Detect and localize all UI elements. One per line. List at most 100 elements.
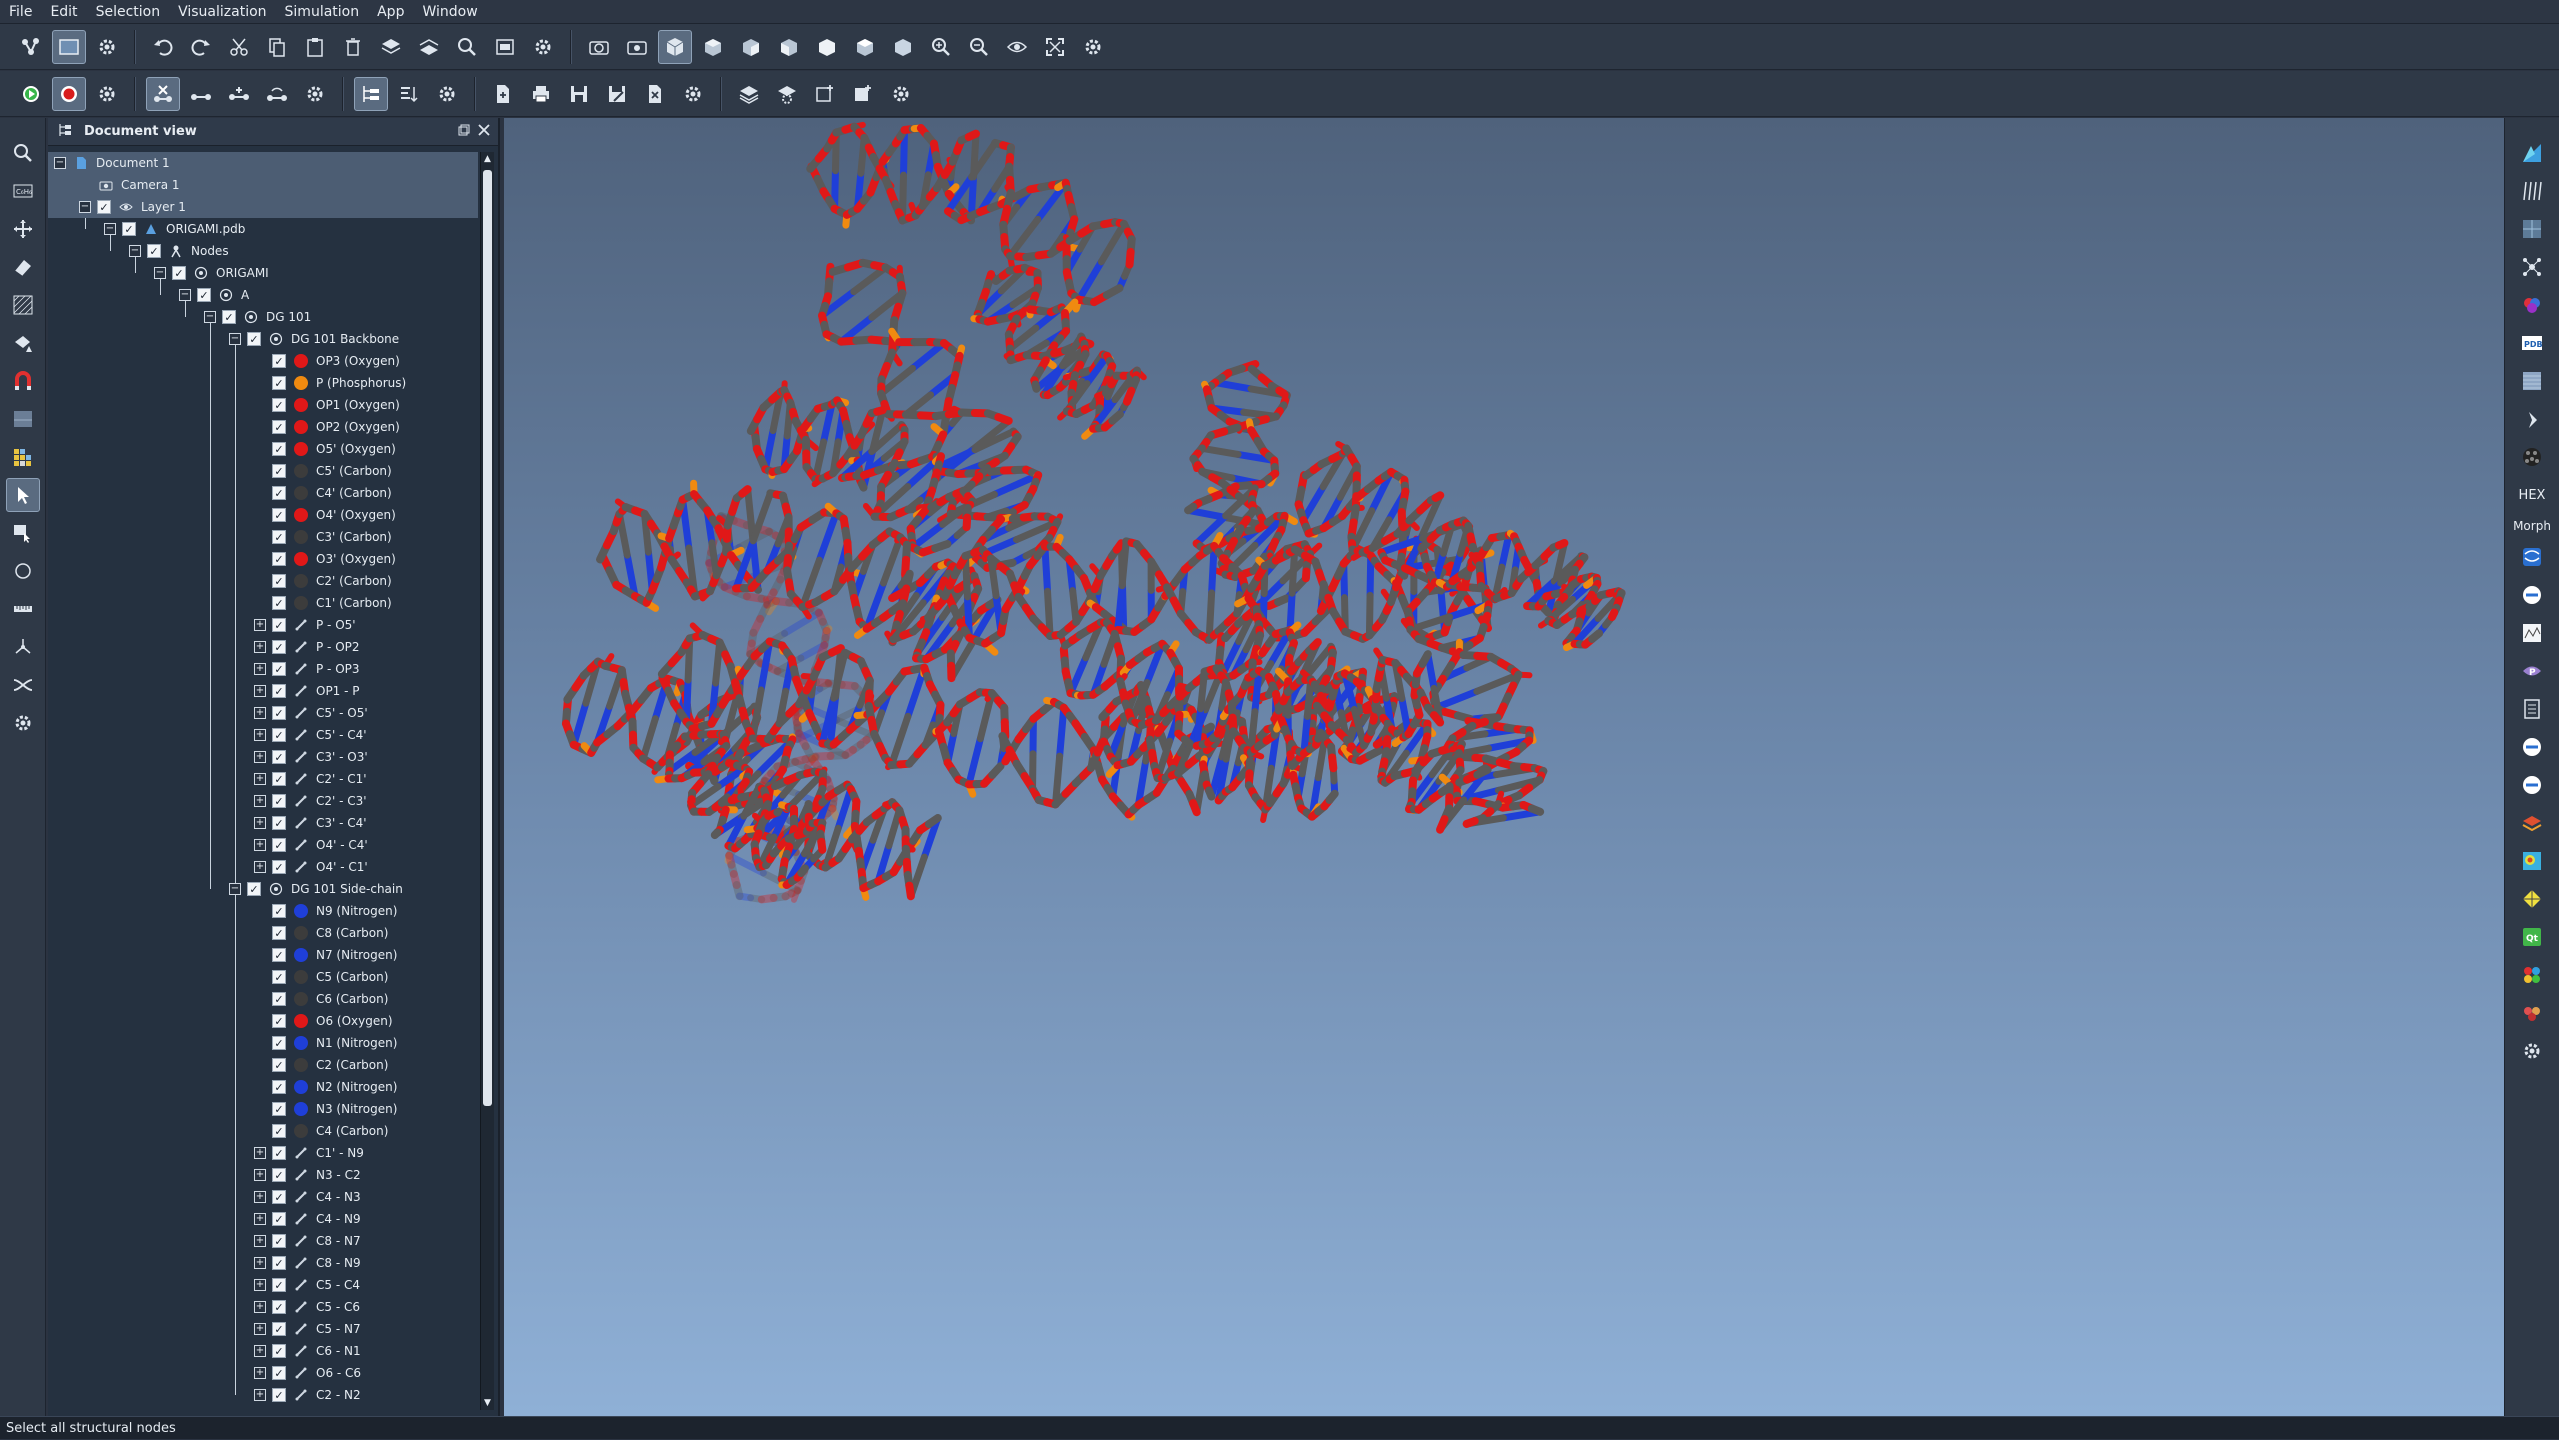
visibility-checkbox[interactable]: ✓ bbox=[272, 574, 286, 588]
tree-node-bond[interactable]: +✓C8 - N9 bbox=[48, 1252, 478, 1274]
layers-up-icon[interactable] bbox=[374, 30, 408, 64]
tree-view-icon[interactable] bbox=[354, 77, 388, 111]
visibility-checkbox[interactable]: ✓ bbox=[272, 1146, 286, 1160]
layers-down-icon[interactable] bbox=[412, 30, 446, 64]
visibility-checkbox[interactable]: ✓ bbox=[272, 860, 286, 874]
close-panel-icon[interactable] bbox=[478, 124, 490, 140]
expand-toggle-icon[interactable]: + bbox=[254, 1191, 266, 1203]
bond-add-icon[interactable] bbox=[222, 77, 256, 111]
tree-node-atom[interactable]: ✓O3' (Oxygen) bbox=[48, 548, 478, 570]
close-document-icon[interactable] bbox=[638, 77, 672, 111]
visibility-checkbox[interactable]: ✓ bbox=[272, 508, 286, 522]
expand-toggle-icon[interactable]: + bbox=[254, 1257, 266, 1269]
network-icon[interactable] bbox=[2514, 250, 2550, 284]
visibility-checkbox[interactable]: ✓ bbox=[272, 816, 286, 830]
dihedral-icon[interactable] bbox=[6, 668, 40, 702]
bond-rotate-icon[interactable] bbox=[260, 77, 294, 111]
tree-node-bond[interactable]: +✓P - O5' bbox=[48, 614, 478, 636]
expand-toggle-icon[interactable]: + bbox=[254, 729, 266, 741]
scroll-up-arrow-icon[interactable]: ▲ bbox=[481, 152, 494, 166]
angle-icon[interactable] bbox=[6, 630, 40, 664]
nanotube-icon[interactable] bbox=[2514, 174, 2550, 208]
tree-node-atom[interactable]: ✓O4' (Oxygen) bbox=[48, 504, 478, 526]
select-cursor-icon[interactable] bbox=[6, 478, 40, 512]
minimize-icon[interactable] bbox=[2514, 768, 2550, 802]
paste-icon[interactable] bbox=[298, 30, 332, 64]
tree-node-doc[interactable]: −Document 1 bbox=[48, 152, 478, 174]
cut-icon[interactable] bbox=[222, 30, 256, 64]
tree-node-atom[interactable]: ✓C1' (Carbon) bbox=[48, 592, 478, 614]
tree-node-atom[interactable]: ✓C4 (Carbon) bbox=[48, 1120, 478, 1142]
tree-node-bond[interactable]: +✓C5' - C4' bbox=[48, 724, 478, 746]
pdb-icon[interactable]: PDB bbox=[2514, 326, 2550, 360]
tree-node-nodes[interactable]: −✓Nodes bbox=[48, 240, 478, 262]
visibility-checkbox[interactable]: ✓ bbox=[272, 904, 286, 918]
view-back-icon[interactable] bbox=[734, 30, 768, 64]
hex-label[interactable]: HEX bbox=[2514, 478, 2550, 512]
view-top-icon[interactable] bbox=[848, 30, 882, 64]
zoom-in-icon[interactable] bbox=[924, 30, 958, 64]
tree-node-struct[interactable]: −✓DG 101 Side-chain bbox=[48, 878, 478, 900]
visibility-checkbox[interactable]: ✓ bbox=[272, 926, 286, 940]
copy-icon[interactable] bbox=[260, 30, 294, 64]
menu-visualization[interactable]: Visualization bbox=[169, 0, 275, 24]
tree-node-struct[interactable]: −✓DG 101 Backbone bbox=[48, 328, 478, 350]
tree-node-atom[interactable]: ✓C2' (Carbon) bbox=[48, 570, 478, 592]
tree-node-bond[interactable]: +✓C5 - C4 bbox=[48, 1274, 478, 1296]
visibility-checkbox[interactable]: ✓ bbox=[97, 200, 111, 214]
expand-toggle-icon[interactable]: + bbox=[254, 751, 266, 763]
float-panel-icon[interactable] bbox=[458, 124, 470, 140]
visibility-checkbox[interactable]: ✓ bbox=[147, 244, 161, 258]
expand-toggle-icon[interactable]: + bbox=[254, 641, 266, 653]
tree-node-atom[interactable]: ✓O6 (Oxygen) bbox=[48, 1010, 478, 1032]
expand-toggle-icon[interactable]: + bbox=[254, 795, 266, 807]
tree-node-atom[interactable]: ✓P (Phosphorus) bbox=[48, 372, 478, 394]
visibility-checkbox[interactable]: ✓ bbox=[272, 376, 286, 390]
visibility-checkbox[interactable]: ✓ bbox=[247, 332, 261, 346]
visibility-checkbox[interactable]: ✓ bbox=[272, 838, 286, 852]
tree-node-bond[interactable]: +✓O4' - C4' bbox=[48, 834, 478, 856]
visibility-checkbox[interactable]: ✓ bbox=[272, 552, 286, 566]
viewport-mode-button[interactable] bbox=[52, 30, 86, 64]
visibility-checkbox[interactable]: ✓ bbox=[272, 1014, 286, 1028]
visibility-checkbox[interactable]: ✓ bbox=[272, 1080, 286, 1094]
expand-toggle-icon[interactable]: + bbox=[254, 1213, 266, 1225]
zoom-tool-icon[interactable] bbox=[6, 136, 40, 170]
magnet-icon[interactable] bbox=[6, 364, 40, 398]
visibility-checkbox[interactable]: ✓ bbox=[272, 1366, 286, 1380]
visibility-checkbox[interactable]: ✓ bbox=[272, 970, 286, 984]
layer-settings-icon[interactable] bbox=[770, 77, 804, 111]
zoom-out-icon[interactable] bbox=[962, 30, 996, 64]
bird-icon[interactable] bbox=[2514, 402, 2550, 436]
visibility-checkbox[interactable]: ✓ bbox=[272, 1212, 286, 1226]
visibility-checkbox[interactable]: ✓ bbox=[272, 794, 286, 808]
visibility-checkbox[interactable]: ✓ bbox=[272, 948, 286, 962]
tree-node-bond[interactable]: +✓O4' - C1' bbox=[48, 856, 478, 878]
visibility-checkbox[interactable]: ✓ bbox=[272, 1388, 286, 1402]
tree-node-bond[interactable]: +✓C4 - N3 bbox=[48, 1186, 478, 1208]
visibility-checkbox[interactable]: ✓ bbox=[222, 310, 236, 324]
apps-grid-icon[interactable] bbox=[2514, 136, 2550, 170]
visibility-checkbox[interactable]: ✓ bbox=[272, 992, 286, 1006]
minimize-icon[interactable] bbox=[2514, 730, 2550, 764]
expand-toggle-icon[interactable]: + bbox=[254, 685, 266, 697]
tree-node-atom[interactable]: ✓C5 (Carbon) bbox=[48, 966, 478, 988]
visibility-checkbox[interactable]: ✓ bbox=[272, 684, 286, 698]
visibility-checkbox[interactable]: ✓ bbox=[272, 1256, 286, 1270]
visibility-checkbox[interactable]: ✓ bbox=[272, 772, 286, 786]
spheres-icon[interactable] bbox=[2514, 996, 2550, 1030]
visibility-checkbox[interactable]: ✓ bbox=[272, 706, 286, 720]
menu-simulation[interactable]: Simulation bbox=[276, 0, 369, 24]
visibility-checkbox[interactable]: ✓ bbox=[272, 1344, 286, 1358]
camera-icon[interactable] bbox=[582, 30, 616, 64]
search-icon[interactable] bbox=[450, 30, 484, 64]
rect-select-icon[interactable] bbox=[6, 516, 40, 550]
view-right-icon[interactable] bbox=[810, 30, 844, 64]
menu-app[interactable]: App bbox=[368, 0, 413, 24]
visibility-checkbox[interactable]: ✓ bbox=[272, 464, 286, 478]
save-icon[interactable] bbox=[562, 77, 596, 111]
eye-icon[interactable] bbox=[1000, 30, 1034, 64]
crystal-icon[interactable] bbox=[2514, 212, 2550, 246]
gear-icon[interactable] bbox=[90, 77, 124, 111]
tree-node-bond[interactable]: +✓O6 - C6 bbox=[48, 1362, 478, 1384]
